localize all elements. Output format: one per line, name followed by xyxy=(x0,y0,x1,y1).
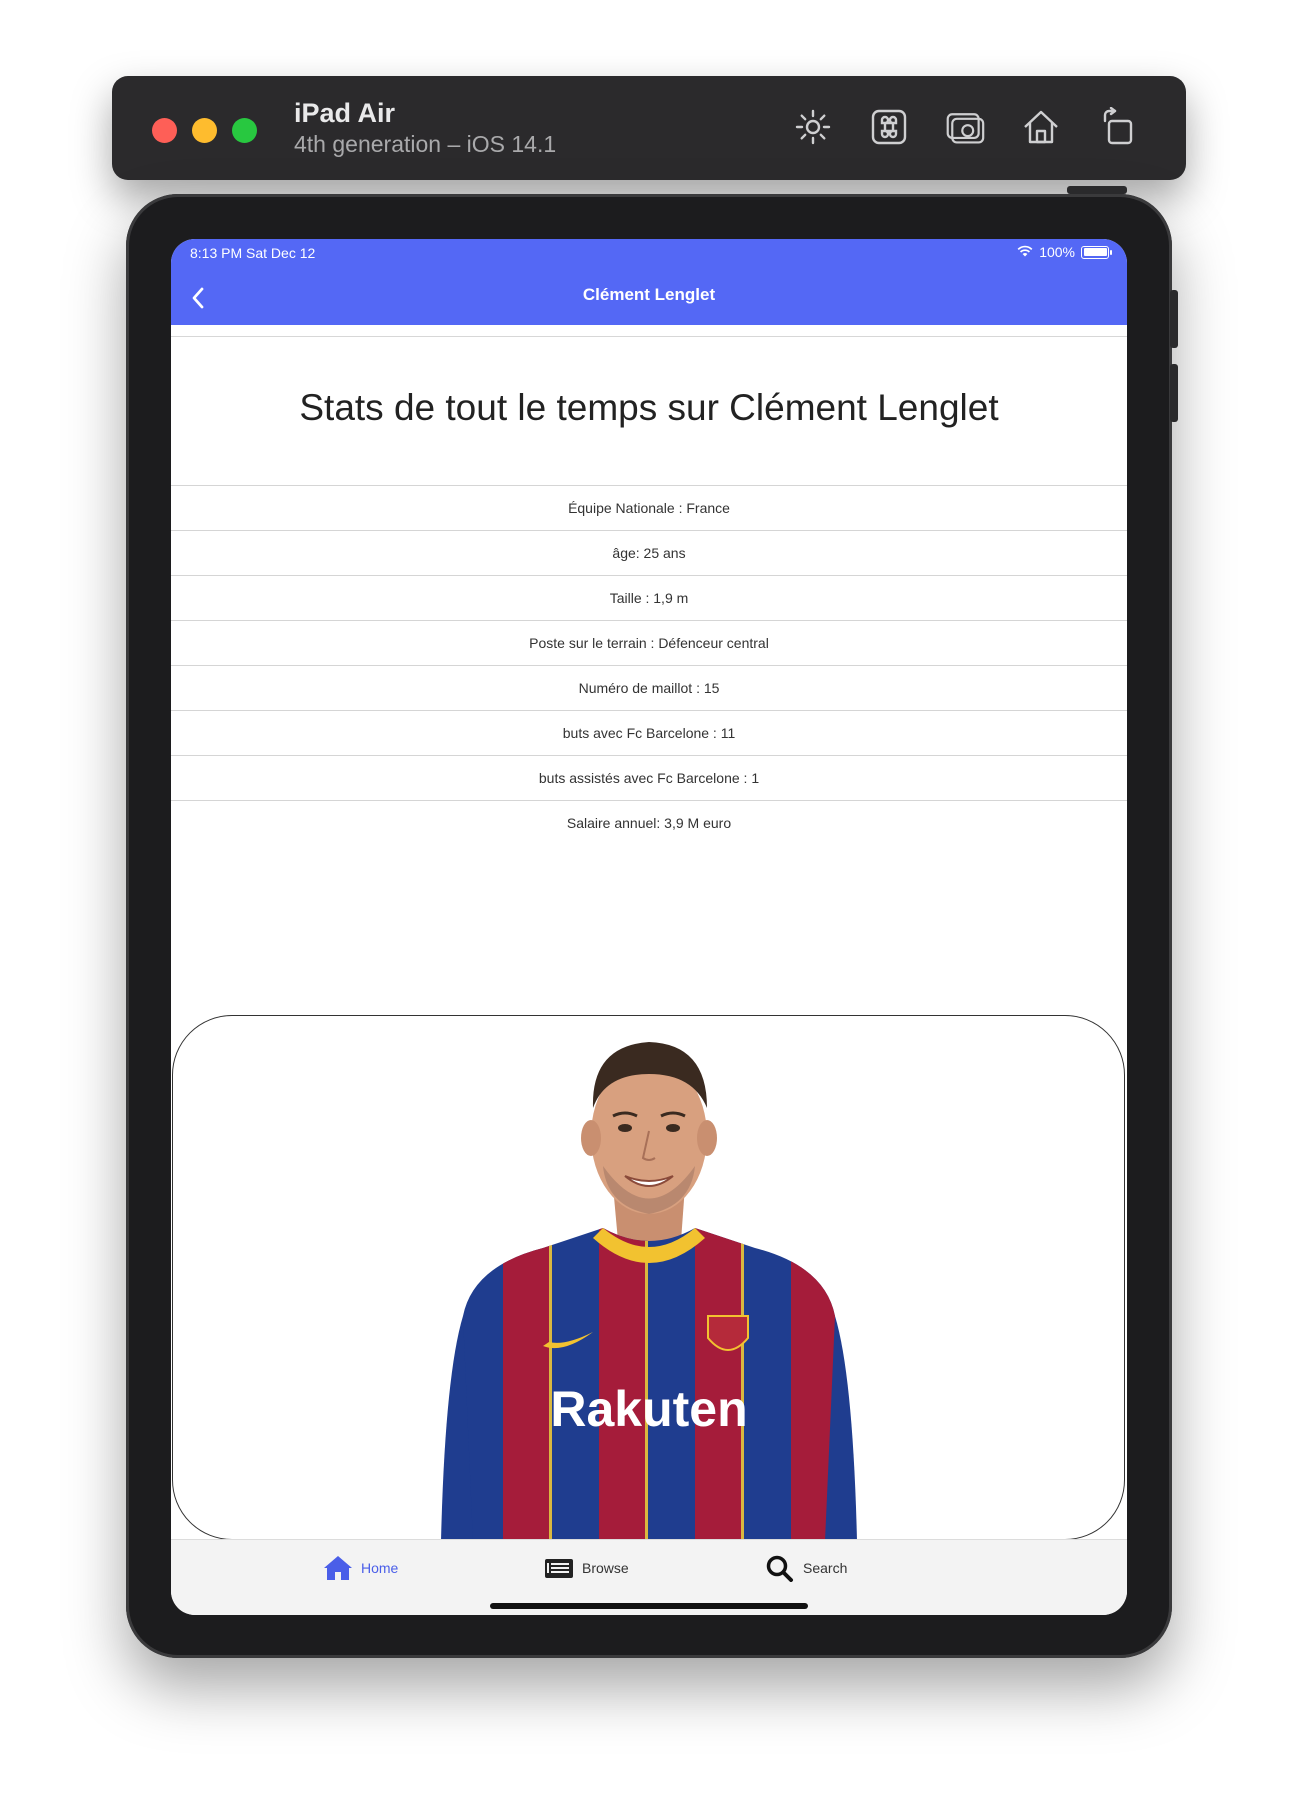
stat-row-assists: buts assistés avec Fc Barcelone : 1 xyxy=(171,755,1127,800)
stats-list: Équipe Nationale : France âge: 25 ans Ta… xyxy=(171,485,1127,845)
brightness-icon[interactable] xyxy=(792,106,834,148)
command-icon[interactable] xyxy=(868,106,910,148)
navigation-bar: 8:13 PM Sat Dec 12 100% Clément Lenglet xyxy=(171,239,1127,325)
stat-row-height: Taille : 1,9 m xyxy=(171,575,1127,620)
simulator-device-subtitle: 4th generation – iOS 14.1 xyxy=(294,131,557,157)
jersey-sponsor-text: Rakuten xyxy=(550,1381,747,1437)
simulator-title-bar: iPad Air 4th generation – iOS 14.1 xyxy=(112,76,1186,180)
tab-browse[interactable]: Browse xyxy=(544,1554,629,1582)
volume-up-button xyxy=(1170,290,1178,348)
tab-search-label: Search xyxy=(803,1560,848,1576)
status-indicators: 100% xyxy=(1017,244,1112,260)
tab-browse-label: Browse xyxy=(582,1560,629,1576)
player-photo-card: Rakuten xyxy=(172,1015,1125,1540)
stat-row-salary: Salaire annuel: 3,9 M euro xyxy=(171,800,1127,845)
divider xyxy=(171,336,1127,337)
stat-row-goals: buts avec Fc Barcelone : 11 xyxy=(171,710,1127,755)
volume-down-button xyxy=(1170,364,1178,422)
nav-title: Clément Lenglet xyxy=(582,285,716,304)
tab-home[interactable]: Home xyxy=(323,1554,398,1582)
search-icon xyxy=(766,1555,793,1582)
stat-row-position: Poste sur le terrain : Défenceur central xyxy=(171,620,1127,665)
home-icon[interactable] xyxy=(1020,106,1062,148)
page-title: Stats de tout le temps sur Clément Lengl… xyxy=(299,387,999,428)
simulator-device-name: iPad Air xyxy=(294,98,396,128)
battery-percent: 100% xyxy=(1039,244,1075,260)
tab-home-label: Home xyxy=(361,1560,399,1576)
browse-icon xyxy=(545,1559,573,1578)
wifi-icon xyxy=(1017,244,1033,260)
tab-search[interactable]: Search xyxy=(765,1554,847,1582)
status-time: 8:13 PM Sat Dec 12 xyxy=(190,245,316,261)
top-button xyxy=(1067,186,1127,194)
battery-icon xyxy=(1081,245,1112,259)
stat-row-age: âge: 25 ans xyxy=(171,530,1127,575)
rotate-icon[interactable] xyxy=(1096,106,1138,148)
minimize-window-button[interactable] xyxy=(192,118,217,143)
stat-row-shirt-number: Numéro de maillot : 15 xyxy=(171,665,1127,710)
player-photo: Rakuten xyxy=(441,1042,857,1539)
zoom-window-button[interactable] xyxy=(232,118,257,143)
close-window-button[interactable] xyxy=(152,118,177,143)
device-screen: 8:13 PM Sat Dec 12 100% Clément Lenglet … xyxy=(171,239,1127,1615)
home-icon xyxy=(324,1556,352,1580)
home-indicator[interactable] xyxy=(490,1603,808,1609)
screenshot-icon[interactable] xyxy=(944,106,986,148)
stat-row-national-team: Équipe Nationale : France xyxy=(171,485,1127,530)
